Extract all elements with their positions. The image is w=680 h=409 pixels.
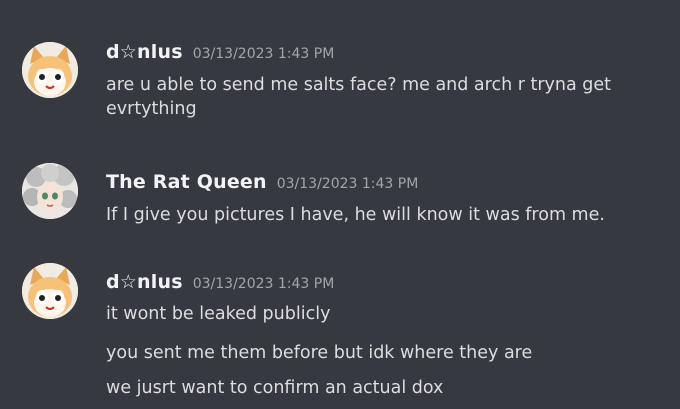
- timestamp: 03/13/2023 1:43 PM: [276, 176, 419, 192]
- avatar[interactable]: [22, 163, 78, 219]
- username[interactable]: The Rat Queen: [106, 171, 267, 193]
- username[interactable]: d☆nlus: [106, 271, 183, 293]
- cat-avatar-icon: [22, 42, 78, 98]
- grey-hair-avatar-icon: [22, 163, 78, 219]
- timestamp: 03/13/2023 1:43 PM: [192, 46, 335, 62]
- cat-avatar-icon: [22, 263, 78, 319]
- message-header: d☆nlus 03/13/2023 1:43 PM: [106, 41, 334, 63]
- avatar[interactable]: [22, 42, 78, 98]
- message-text: are u able to send me salts face? me and…: [106, 75, 612, 119]
- message-header: d☆nlus 03/13/2023 1:43 PM: [106, 271, 334, 293]
- avatar[interactable]: [22, 263, 78, 319]
- message-header: The Rat Queen 03/13/2023 1:43 PM: [106, 171, 418, 193]
- message-text: we jusrt want to confirm an actual dox: [106, 378, 444, 398]
- message-text: it wont be leaked publicly: [106, 304, 331, 324]
- timestamp: 03/13/2023 1:43 PM: [192, 276, 335, 292]
- message-text: If I give you pictures I have, he will k…: [106, 205, 605, 225]
- username[interactable]: d☆nlus: [106, 41, 183, 63]
- message-text: you sent me them before but idk where th…: [106, 343, 533, 363]
